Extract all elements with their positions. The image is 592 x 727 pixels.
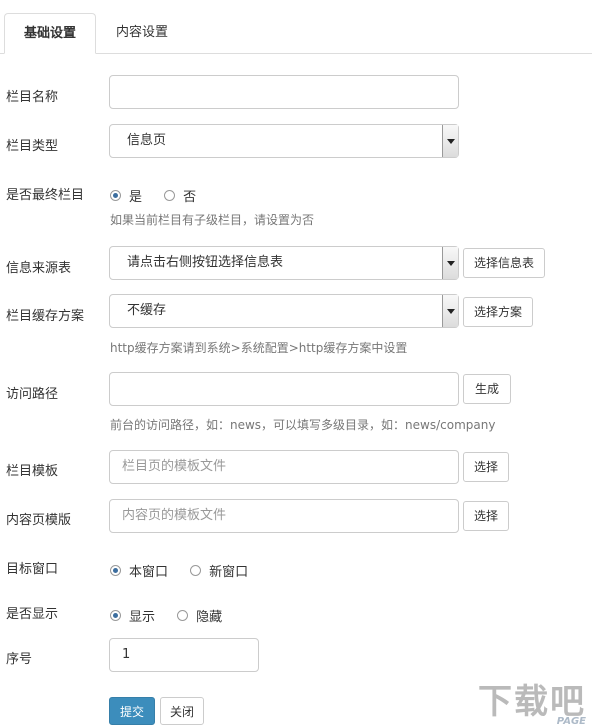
cache-scheme-value: 不缓存 [127, 303, 167, 318]
is-show-radio-group: 显示 隐藏 [110, 606, 240, 625]
is-final-yes-label: 是 [129, 190, 143, 205]
access-path-label: 访问路径 [6, 387, 59, 402]
cache-scheme-help: http缓存方案请到系统>系统配置>http缓存方案中设置 [110, 341, 408, 355]
access-path-input[interactable] [109, 372, 459, 406]
tab-basic-settings[interactable]: 基础设置 [4, 13, 96, 54]
info-source-select[interactable]: 请点击右侧按钮选择信息表 [109, 246, 459, 280]
target-window-new-radio[interactable]: 新窗口 [190, 561, 248, 580]
is-show-no-radio[interactable]: 隐藏 [177, 606, 222, 625]
order-input[interactable]: 1 [109, 638, 259, 672]
radio-checked-icon[interactable] [110, 565, 121, 576]
is-final-help: 如果当前栏目有子级栏目，请设置为否 [110, 213, 315, 227]
close-button[interactable]: 关闭 [160, 697, 204, 725]
is-show-label: 是否显示 [6, 607, 59, 622]
generate-button[interactable]: 生成 [463, 374, 511, 404]
watermark-sub: PAGE [556, 716, 586, 727]
choose-info-table-button[interactable]: 选择信息表 [463, 248, 545, 278]
target-window-new-label: 新窗口 [209, 565, 249, 580]
target-window-self-radio[interactable]: 本窗口 [110, 561, 168, 580]
is-final-no-radio[interactable]: 否 [164, 186, 196, 205]
is-final-label: 是否最终栏目 [6, 188, 85, 203]
submit-button[interactable]: 提交 [109, 697, 155, 725]
column-name-input[interactable] [109, 75, 459, 109]
chevron-down-icon[interactable] [442, 247, 458, 279]
is-show-yes-radio[interactable]: 显示 [110, 606, 155, 625]
is-final-yes-radio[interactable]: 是 [110, 186, 142, 205]
info-source-label: 信息来源表 [6, 261, 72, 276]
radio-unchecked-icon[interactable] [164, 190, 176, 201]
chevron-down-icon[interactable] [442, 295, 458, 327]
content-template-label: 内容页模版 [6, 513, 72, 528]
column-type-select[interactable]: 信息页 [109, 124, 459, 158]
radio-unchecked-icon[interactable] [177, 610, 189, 621]
column-name-label: 栏目名称 [6, 90, 59, 105]
column-template-input[interactable]: 栏目页的模板文件 [109, 450, 459, 484]
watermark-logo: 下载吧 PAGE [478, 674, 586, 727]
cache-scheme-select[interactable]: 不缓存 [109, 294, 459, 328]
is-final-radio-group: 是 否 [110, 186, 214, 205]
column-type-label: 栏目类型 [6, 139, 59, 154]
tab-content-settings[interactable]: 内容设置 [96, 13, 188, 54]
choose-column-template-button[interactable]: 选择 [463, 452, 509, 482]
target-window-self-label: 本窗口 [129, 565, 169, 580]
radio-checked-icon[interactable] [110, 610, 121, 621]
is-final-no-label: 否 [183, 190, 197, 205]
radio-unchecked-icon[interactable] [190, 565, 202, 576]
tab-bar: 基础设置 内容设置 [0, 0, 592, 54]
is-show-no-label: 隐藏 [196, 610, 223, 625]
info-source-value: 请点击右侧按钮选择信息表 [127, 255, 284, 270]
order-label: 序号 [6, 652, 33, 667]
content-template-input[interactable]: 内容页的模板文件 [109, 499, 459, 533]
choose-content-template-button[interactable]: 选择 [463, 501, 509, 531]
choose-scheme-button[interactable]: 选择方案 [463, 297, 533, 327]
radio-checked-icon[interactable] [110, 190, 121, 201]
column-template-label: 栏目模板 [6, 464, 59, 479]
target-window-radio-group: 本窗口 新窗口 [110, 561, 266, 580]
chevron-down-icon[interactable] [442, 125, 458, 157]
is-show-yes-label: 显示 [129, 610, 156, 625]
access-path-help: 前台的访问路径，如：news，可以填写多级目录，如：news/company [110, 418, 496, 432]
target-window-label: 目标窗口 [6, 562, 59, 577]
column-type-value: 信息页 [127, 133, 167, 148]
cache-scheme-label: 栏目缓存方案 [6, 309, 85, 324]
